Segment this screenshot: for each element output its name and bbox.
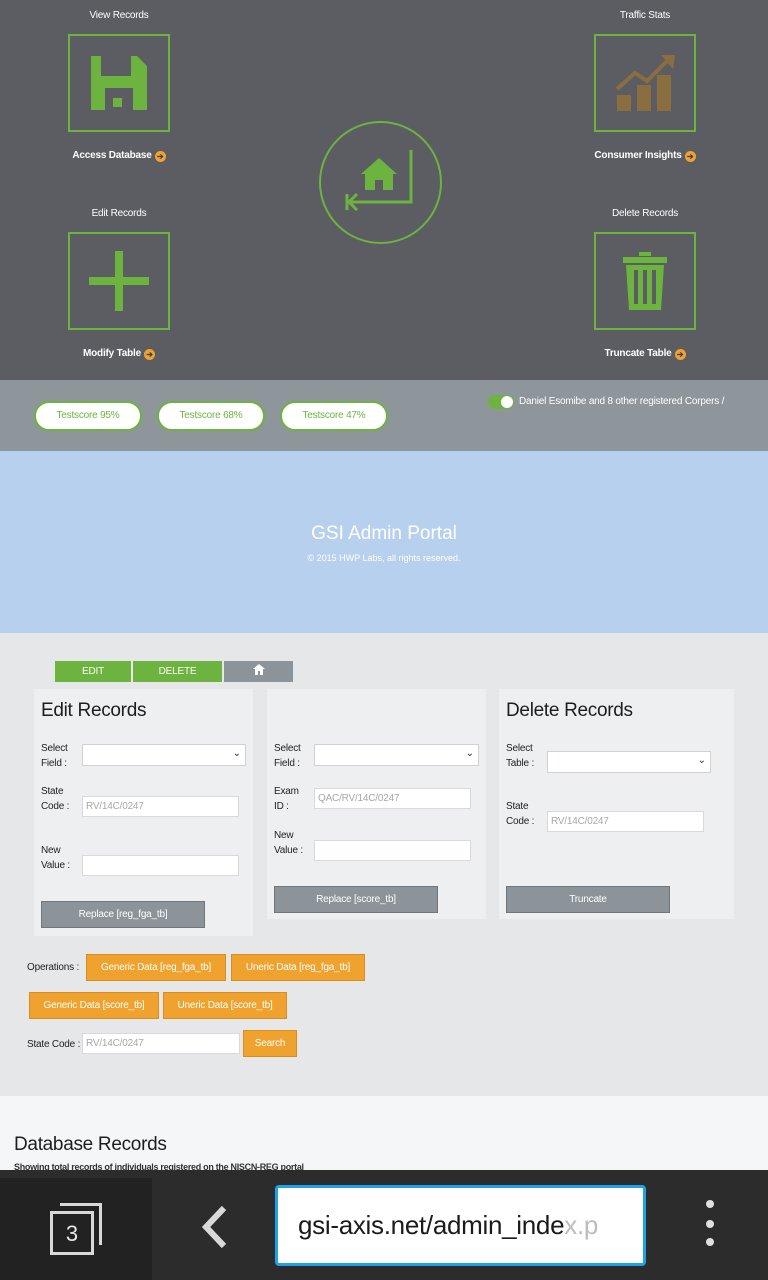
arrow-right-icon: ➔ <box>684 151 696 162</box>
trash-icon <box>623 252 667 310</box>
score-bar: Testscore 95% Testscore 68% Testscore 47… <box>0 380 768 451</box>
search-input[interactable] <box>82 1033 240 1054</box>
tab-delete[interactable]: DELETE <box>133 661 222 682</box>
truncate-table-link[interactable]: Truncate Table ➔ <box>545 348 745 360</box>
testscore-pill-1[interactable]: Testscore 95% <box>34 401 142 431</box>
score-select-field-label: Select Field : <box>274 743 301 769</box>
testscore-pill-2[interactable]: Testscore 68% <box>157 401 265 431</box>
copyright-text: © 2015 HWP Labs, all rights reserved. <box>307 553 461 563</box>
delete-panel-title: Delete Records <box>506 700 633 721</box>
modify-table-link[interactable]: Modify Table ➔ <box>19 348 219 360</box>
new-value-label: New Value : <box>41 845 70 871</box>
tab-home[interactable] <box>224 661 293 682</box>
traffic-stats-caption: Traffic Stats <box>619 10 671 21</box>
truncate-button[interactable]: Truncate <box>506 886 670 913</box>
arrow-right-icon: ➔ <box>674 349 686 360</box>
modify-table-label: Modify Table <box>83 348 141 359</box>
tabs-button[interactable]: 3 <box>50 1203 104 1255</box>
chevron-left-icon <box>201 1205 227 1249</box>
chevron-down-icon: ⌄ <box>465 748 474 759</box>
truncate-table-label: Truncate Table <box>604 348 672 359</box>
state-code-label: State Code : <box>41 786 70 812</box>
toggle-knob <box>501 396 513 408</box>
select-field-label: Select Field : <box>41 743 68 769</box>
chevron-down-icon: ⌄ <box>232 748 241 759</box>
edit-new-value-input[interactable] <box>82 855 239 876</box>
uneric-data-score-button[interactable]: Uneric Data [score_tb] <box>163 992 287 1019</box>
uneric-data-reg-button[interactable]: Uneric Data [reg_fga_tb] <box>231 954 365 981</box>
score-new-value-input[interactable] <box>314 840 471 861</box>
consumer-insights-link[interactable]: Consumer Insights ➔ <box>545 150 745 162</box>
registered-corpers-text: Daniel Esomibe and 8 other registered Co… <box>519 396 725 407</box>
plus-icon <box>89 251 149 311</box>
access-database-link[interactable]: Access Database ➔ <box>19 150 219 162</box>
portal-title: GSI Admin Portal <box>311 523 457 544</box>
edit-panel-title: Edit Records <box>41 700 147 721</box>
exam-id-label: Exam ID : <box>274 786 299 812</box>
operations-label: Operations : <box>27 962 80 973</box>
url-text: gsi-axis.net/admin_index.p <box>298 1210 598 1241</box>
score-select-field[interactable]: ⌄ <box>314 744 479 766</box>
arrow-right-icon: ➔ <box>154 151 166 162</box>
tab-count: 3 <box>50 1211 94 1255</box>
edit-records-caption: Edit Records <box>91 208 147 219</box>
traffic-stats-tile[interactable] <box>594 34 696 132</box>
view-records-caption: View Records <box>89 10 149 21</box>
url-main: gsi-axis.net/admin_inde <box>298 1210 565 1240</box>
home-return-button[interactable] <box>319 121 442 244</box>
growth-chart-icon <box>615 55 675 111</box>
delete-select-table[interactable]: ⌄ <box>547 751 711 773</box>
edit-records-tile[interactable] <box>68 232 170 330</box>
select-table-label: Select Table : <box>506 743 535 769</box>
tab-edit[interactable]: EDIT <box>55 661 131 682</box>
url-fade: x.p <box>564 1210 599 1240</box>
consumer-insights-label: Consumer Insights <box>594 150 682 161</box>
floppy-disk-icon <box>91 56 147 110</box>
records-title: Database Records <box>14 1134 167 1155</box>
delete-state-code-input[interactable] <box>547 811 704 832</box>
replace-reg-button[interactable]: Replace [reg_fga_tb] <box>41 901 205 928</box>
view-records-tile[interactable] <box>68 34 170 132</box>
edit-select-field[interactable]: ⌄ <box>82 744 246 766</box>
home-icon <box>252 664 265 675</box>
delete-records-caption: Delete Records <box>611 208 679 219</box>
generic-data-reg-button[interactable]: Generic Data [reg_fga_tb] <box>86 954 226 981</box>
menu-dot-icon <box>706 1220 714 1228</box>
home-return-icon <box>345 149 412 211</box>
overflow-menu-button[interactable] <box>696 1196 724 1256</box>
search-state-code-label: State Code : <box>27 1039 81 1050</box>
menu-dot-icon <box>706 1200 714 1208</box>
exam-id-input[interactable] <box>314 788 471 809</box>
delete-state-code-label: State Code : <box>506 801 535 827</box>
edit-state-code-input[interactable] <box>82 796 239 817</box>
records-section <box>0 1096 768 1170</box>
chevron-down-icon: ⌄ <box>697 755 706 766</box>
testscore-pill-3[interactable]: Testscore 47% <box>280 401 388 431</box>
access-database-label: Access Database <box>72 150 152 161</box>
back-button[interactable] <box>196 1204 236 1250</box>
delete-records-tile[interactable] <box>594 232 696 330</box>
score-new-value-label: New Value : <box>274 830 303 856</box>
replace-score-button[interactable]: Replace [score_tb] <box>274 886 438 913</box>
status-toggle[interactable] <box>488 395 514 409</box>
arrow-right-icon: ➔ <box>143 349 155 360</box>
generic-data-score-button[interactable]: Generic Data [score_tb] <box>29 992 159 1019</box>
menu-dot-icon <box>706 1238 714 1246</box>
address-bar[interactable]: gsi-axis.net/admin_index.p <box>275 1185 646 1266</box>
search-button[interactable]: Search <box>243 1030 297 1057</box>
